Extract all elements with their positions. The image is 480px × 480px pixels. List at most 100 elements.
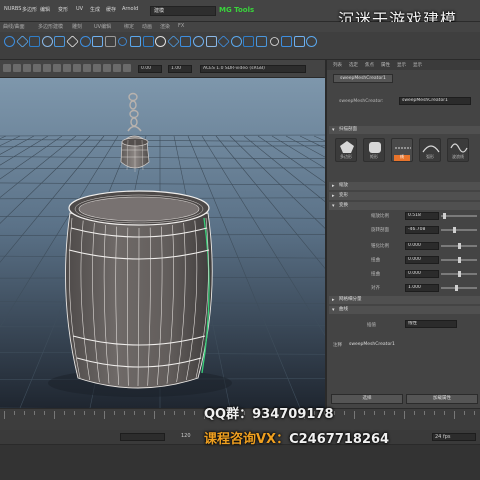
shelf-tab-fx[interactable]: FX	[178, 23, 184, 29]
viewport-tool-icon[interactable]	[113, 64, 121, 72]
shelf-tool-icon[interactable]	[29, 36, 41, 47]
section-6[interactable]: ▾ 曲线	[329, 306, 480, 314]
shelf-tool-icon[interactable]	[104, 36, 116, 47]
shape-arc-button[interactable]: 弧形	[419, 138, 441, 162]
viewport-tool-icon[interactable]	[33, 64, 41, 72]
attr-row-field[interactable]: -46.708	[405, 226, 439, 234]
attr-row-slider[interactable]	[441, 287, 477, 289]
shape-wave-button[interactable]: 波浪线	[447, 138, 469, 162]
menu-item-uv[interactable]: UV	[76, 6, 83, 12]
viewport-tool-icon[interactable]	[43, 64, 51, 72]
mg-tools-label[interactable]: MG Tools	[219, 6, 254, 14]
slider-handle[interactable]	[454, 285, 458, 291]
shelf-tool-icon[interactable]	[142, 36, 154, 47]
menu-item-nurbs[interactable]: NURBS	[4, 6, 21, 12]
ae-tab-selected[interactable]: 选定	[349, 62, 358, 68]
mode-select[interactable]: 建模	[150, 6, 216, 16]
interp-select[interactable]: 线性	[405, 320, 457, 328]
ae-tab-display[interactable]: 显示	[397, 62, 406, 68]
shelf-tool-icon[interactable]	[230, 36, 242, 47]
menu-item-generate[interactable]: 生成	[90, 6, 100, 13]
section-5[interactable]: ▸ 网格细分量	[329, 296, 480, 304]
section-4[interactable]: ▾ 变换	[329, 202, 480, 210]
shelf-tool-icon[interactable]	[167, 35, 180, 48]
attr-row-field[interactable]: 0.000	[405, 256, 439, 264]
shelf-tool-icon[interactable]	[79, 36, 91, 47]
slider-handle[interactable]	[442, 213, 446, 219]
viewport-tool-icon[interactable]	[83, 64, 91, 72]
shelf-tool-icon[interactable]	[155, 36, 167, 47]
3d-viewport[interactable]	[0, 78, 325, 408]
shelf-tool-icon[interactable]	[281, 36, 293, 47]
attr-row-field[interactable]: 0.000	[405, 242, 439, 250]
shelf-tab-curves[interactable]: 曲线/曲面	[3, 23, 25, 30]
shelf-tool-icon[interactable]	[4, 36, 15, 47]
select-button[interactable]: 选择	[331, 394, 403, 404]
shelf-tool-icon[interactable]	[217, 35, 230, 48]
shelf-tab-render[interactable]: 渲染	[160, 23, 170, 30]
viewport-tool-icon[interactable]	[93, 64, 101, 72]
section-2[interactable]: ▸ 缩放	[329, 182, 480, 190]
shelf-tab-sculpt[interactable]: 雕刻	[72, 23, 82, 30]
shelf-tool-icon[interactable]	[243, 36, 255, 47]
section-3[interactable]: ▸ 变形	[329, 192, 480, 200]
shelf-tool-icon[interactable]	[54, 36, 66, 47]
timeline-tick	[464, 411, 465, 415]
node-name-field[interactable]: sweepMeshCreator1	[399, 97, 471, 105]
value-field-a[interactable]: 0.00	[138, 65, 162, 73]
shelf-tool-icon[interactable]	[205, 36, 217, 47]
shelf-tool-icon[interactable]	[92, 36, 104, 47]
section-shapes[interactable]: ▾ 扫描剖面	[329, 126, 480, 134]
load-attributes-button[interactable]: 加载属性	[406, 394, 478, 404]
slider-handle[interactable]	[458, 271, 461, 277]
fps-select[interactable]: 24 fps	[432, 433, 476, 441]
attr-row-field[interactable]: 0.000	[405, 270, 439, 278]
viewport-tool-icon[interactable]	[73, 64, 81, 72]
shape-rect-button[interactable]: 矩形	[363, 138, 385, 162]
shelf-tool-icon[interactable]	[293, 36, 305, 47]
shelf-tool-icon[interactable]	[267, 35, 281, 48]
viewport-tool-icon[interactable]	[103, 64, 111, 72]
ae-tab-attributes[interactable]: 属性	[381, 62, 390, 68]
shelf-tool-icon[interactable]	[256, 36, 267, 47]
menu-item-edit[interactable]: 编辑	[40, 6, 50, 13]
viewport-tool-icon[interactable]	[13, 64, 21, 72]
ae-tab-display-2[interactable]: 显示	[413, 62, 422, 68]
shelf-tool-icon[interactable]	[306, 36, 318, 47]
value-field-b[interactable]: 1.00	[168, 65, 192, 73]
viewport-tool-icon[interactable]	[63, 64, 71, 72]
slider-handle[interactable]	[458, 257, 461, 263]
viewport-tool-icon[interactable]	[123, 64, 131, 72]
menu-item-polygon[interactable]: 多边形	[22, 6, 37, 13]
shelf-tool-icon[interactable]	[15, 35, 29, 48]
node-tab[interactable]: sweepMeshCreator1	[333, 74, 393, 83]
shelf-tab-uv[interactable]: UV编辑	[94, 23, 111, 30]
shelf-tool-icon[interactable]	[66, 35, 79, 48]
shelf-tool-icon[interactable]	[130, 36, 141, 47]
shelf-tool-icon[interactable]	[41, 36, 53, 47]
attr-row-field[interactable]: 1.000	[405, 284, 439, 292]
menu-item-deform[interactable]: 变形	[58, 6, 68, 13]
attr-row-slider[interactable]	[441, 215, 477, 217]
shelf-tab-rig[interactable]: 绑定	[124, 23, 134, 30]
shelf-tab-anim[interactable]: 动画	[142, 23, 152, 30]
shelf-tool-icon[interactable]	[180, 36, 192, 47]
range-start-field[interactable]: 120	[120, 433, 191, 441]
shelf-tool-icon[interactable]	[116, 35, 130, 48]
ae-tab-list[interactable]: 列表	[333, 62, 342, 68]
shape-polygon-button[interactable]: 多边形	[335, 138, 357, 162]
ae-tab-focus[interactable]: 焦点	[365, 62, 374, 68]
viewport-tool-icon[interactable]	[23, 64, 31, 72]
attr-row-field[interactable]: 0.518	[405, 212, 439, 220]
viewport-tool-icon[interactable]	[3, 64, 11, 72]
menu-item-arnold[interactable]: Arnold	[122, 6, 138, 12]
slider-handle[interactable]	[452, 227, 456, 233]
slider-handle[interactable]	[458, 243, 461, 249]
shape-line-button[interactable]: 线	[391, 138, 413, 162]
shelf-tool-icon[interactable]	[193, 36, 204, 47]
menu-item-cache[interactable]: 缓存	[106, 6, 116, 13]
shelf-tab-poly[interactable]: 多边形建模	[38, 23, 63, 30]
color-space-select[interactable]: ACES 1.0 SDR-video (sRGB)	[200, 65, 306, 73]
viewport-tool-icon[interactable]	[53, 64, 61, 72]
attr-row-slider[interactable]	[441, 229, 477, 231]
